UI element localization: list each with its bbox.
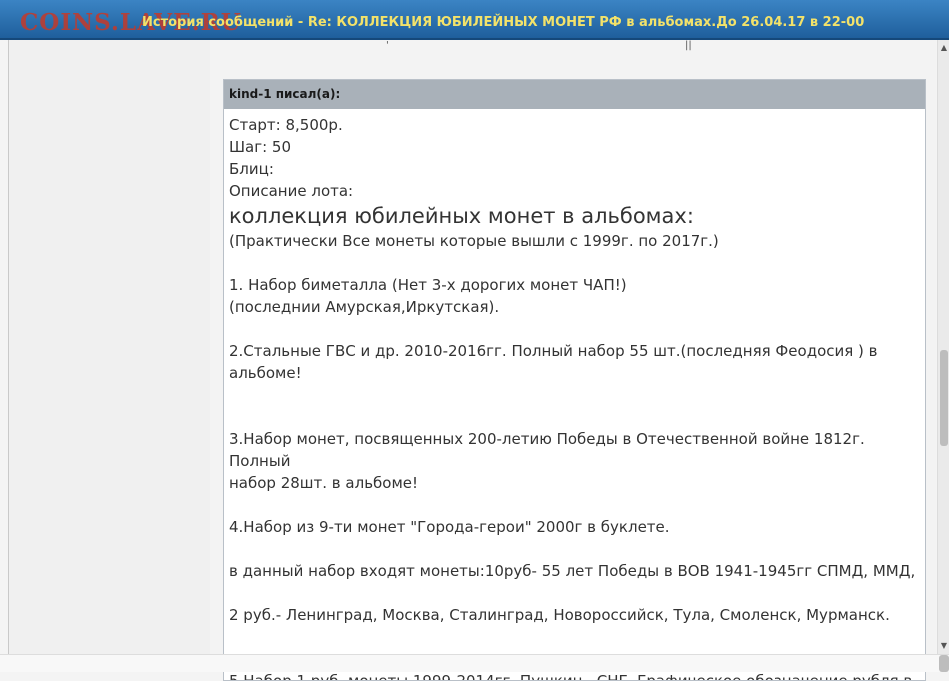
quote-line: коллекция юбилейных монет в альбомах: <box>229 204 694 228</box>
quote-line: (последнии Амурская,Иркутская). <box>229 298 500 316</box>
quote-line: (Практически Все монеты которые вышли с … <box>229 232 719 250</box>
left-sidebar <box>8 40 211 671</box>
vertical-scrollbar[interactable]: ▲ ▼ <box>937 40 949 654</box>
quote-line: в данный набор входят монеты:10руб- 55 л… <box>229 562 916 580</box>
quote-line: 4.Набор из 9-ти монет "Города-герои" 200… <box>229 518 670 536</box>
quote-author: kind-1 писал(а): <box>224 80 925 109</box>
quote-line: 1. Набор биметалла (Нет 3-х дорогих моне… <box>229 276 627 294</box>
text-fragment-left: ' <box>386 40 389 51</box>
quote-body: Старт: 8,500р. Шаг: 50 Блиц: Описание лота:… <box>224 109 925 680</box>
quote-line: набор 28шт. в альбоме! <box>229 474 419 492</box>
quote-line: 2.Стальные ГВС и др. 2010-2016гг. Полный… <box>229 342 878 382</box>
quote-line: Описание лота: <box>229 182 354 200</box>
quote-block: kind-1 писал(а): Старт: 8,500р. Шаг: 50 Бл… <box>223 79 926 681</box>
window-title: История сообщений - Re: КОЛЛЕКЦИЯ ЮБИЛЕЙ… <box>142 15 865 30</box>
scroll-down-arrow-icon[interactable]: ▼ <box>938 640 949 652</box>
scrollbar-thumb[interactable] <box>940 350 948 446</box>
horizontal-scrollbar-thumb[interactable] <box>939 655 949 672</box>
quote-line: Шаг: 50 <box>229 138 292 156</box>
message-content: ' || kind-1 писал(а): Старт: 8,500р. Шаг:… <box>210 40 936 681</box>
quote-line: Блиц: <box>229 160 274 178</box>
text-fragment-right: || <box>685 40 692 51</box>
window-titlebar: COINS.LAVE.RU История сообщений - Re: КО… <box>0 0 949 40</box>
quote-line: 3.Набор монет, посвященных 200-летию Поб… <box>229 430 865 470</box>
scroll-up-arrow-icon[interactable]: ▲ <box>938 42 949 54</box>
quote-line: 2 руб.- Ленинград, Москва, Сталинград, Н… <box>229 606 890 624</box>
quote-line: Старт: 8,500р. <box>229 116 343 134</box>
horizontal-scrollbar[interactable] <box>0 654 949 672</box>
